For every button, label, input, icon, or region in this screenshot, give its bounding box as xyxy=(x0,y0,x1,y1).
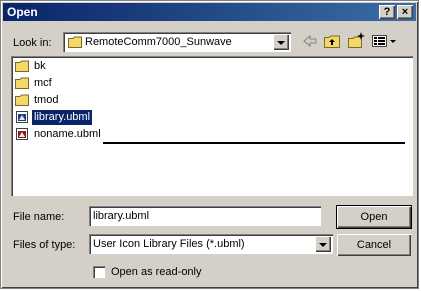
folder-icon xyxy=(15,94,29,106)
list-item-label: library.ubml xyxy=(30,109,94,126)
title-bar[interactable]: Open ? × xyxy=(3,3,416,21)
files-of-type-label: Files of type: xyxy=(13,239,76,251)
list-item-label: tmod xyxy=(34,94,59,106)
file-name-label: File name: xyxy=(13,211,65,223)
ubml-file-icon xyxy=(16,128,28,140)
open-button[interactable]: Open xyxy=(337,206,411,228)
up-folder-icon[interactable] xyxy=(323,32,341,50)
files-of-type-value: User Icon Library Files (*.ubml) xyxy=(93,238,245,250)
open-dialog: Open ? × Look in: RemoteComm7000_Sunwave… xyxy=(0,0,419,289)
look-in-label: Look in: xyxy=(13,37,52,49)
separator-line xyxy=(103,142,405,144)
look-in-value: RemoteComm7000_Sunwave xyxy=(85,36,232,48)
read-only-checkbox[interactable] xyxy=(93,266,105,278)
window-title: Open xyxy=(7,5,38,19)
look-in-dropdown[interactable]: RemoteComm7000_Sunwave xyxy=(63,32,291,52)
cancel-button[interactable]: Cancel xyxy=(337,234,411,256)
folder-icon xyxy=(68,36,82,48)
file-name-input[interactable] xyxy=(89,206,321,226)
files-of-type-dropdown-button[interactable] xyxy=(315,236,331,252)
read-only-label[interactable]: Open as read-only xyxy=(111,266,202,278)
close-button[interactable]: × xyxy=(397,5,413,19)
file-list[interactable]: bk mcf tmod library.ubml noname.ubml xyxy=(11,56,413,196)
files-of-type-dropdown[interactable]: User Icon Library Files (*.ubml) xyxy=(89,234,333,254)
view-menu-icon[interactable] xyxy=(371,32,397,50)
list-item-label: mcf xyxy=(34,77,52,89)
list-item-label: noname.ubml xyxy=(34,128,101,140)
folder-icon xyxy=(15,77,29,89)
new-folder-icon[interactable] xyxy=(347,32,365,50)
ubml-file-icon xyxy=(16,111,28,123)
folder-icon xyxy=(15,60,29,72)
back-arrow-icon[interactable] xyxy=(301,32,319,50)
list-item-label: bk xyxy=(34,60,46,72)
help-button[interactable]: ? xyxy=(379,5,395,19)
look-in-dropdown-button[interactable] xyxy=(273,34,289,50)
